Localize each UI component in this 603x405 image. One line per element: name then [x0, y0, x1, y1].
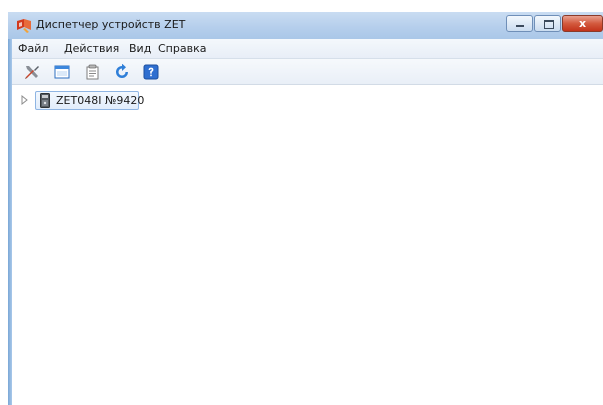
menu-actions[interactable]: Действия	[64, 42, 119, 55]
tree-node-label: ZET048I №9420	[56, 94, 145, 107]
title-bar[interactable]: Диспетчер устройств ZET x	[8, 12, 603, 39]
maximize-icon	[544, 20, 554, 29]
menu-bar: Файл Действия Вид Справка	[12, 39, 603, 59]
expand-arrow-icon[interactable]	[21, 95, 29, 105]
help-icon[interactable]	[143, 64, 159, 80]
properties-icon[interactable]	[24, 64, 40, 80]
minimize-button[interactable]	[506, 15, 533, 32]
device-tree: ZET048I №9420	[12, 85, 603, 405]
tree-node-device[interactable]: ZET048I №9420	[35, 91, 144, 110]
menu-view[interactable]: Вид	[129, 42, 151, 55]
app-logo-icon	[17, 19, 31, 33]
menu-file[interactable]: Файл	[18, 42, 48, 55]
refresh-icon[interactable]	[114, 64, 130, 80]
document-icon[interactable]	[84, 64, 100, 80]
toolbar	[12, 59, 603, 85]
usb-device-icon	[40, 93, 50, 108]
maximize-button[interactable]	[534, 15, 561, 32]
window-icon[interactable]	[54, 64, 70, 80]
menu-help[interactable]: Справка	[158, 42, 206, 55]
window-title: Диспетчер устройств ZET	[36, 18, 186, 31]
close-button[interactable]: x	[562, 15, 603, 32]
app-window: Диспетчер устройств ZET x Файл Действия …	[8, 12, 603, 405]
close-icon: x	[578, 17, 587, 30]
minimize-icon	[516, 25, 524, 27]
